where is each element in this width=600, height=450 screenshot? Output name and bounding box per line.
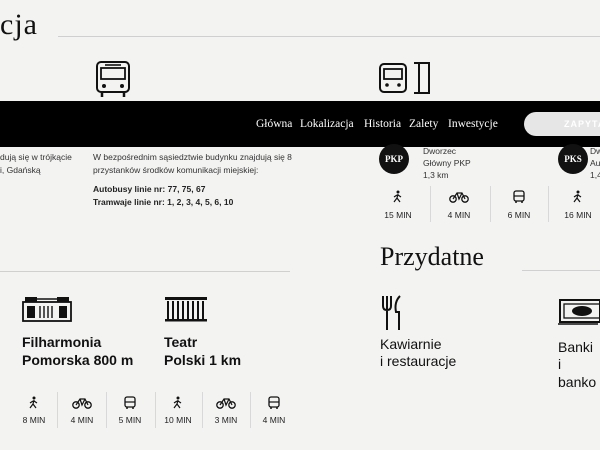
station-time-walk-2: 16 MIN	[564, 210, 592, 220]
theatre-time-bus: 4 MIN	[262, 415, 286, 425]
useful-banks-line2: i banko	[558, 356, 597, 390]
nav-item-history[interactable]: Historia	[364, 118, 401, 130]
useful-banks-line1: Banki	[558, 339, 594, 355]
bus-small-icon	[124, 396, 136, 409]
pks-badge: PKS	[558, 144, 588, 174]
tram-lines: Tramwaje linie nr: 1, 2, 3, 4, 5, 6, 10	[93, 197, 234, 207]
time-divider	[250, 392, 251, 428]
philharmonic-icon	[22, 297, 72, 322]
pkp-badge: PKP	[379, 144, 409, 174]
time-divider	[57, 392, 58, 428]
title-divider	[58, 36, 600, 37]
nav-item-location[interactable]: Lokalizacja	[300, 118, 354, 130]
nav-item-home[interactable]: Główna	[256, 118, 292, 130]
bike-icon	[216, 398, 236, 409]
bike-icon	[72, 398, 92, 409]
theatre-icon	[165, 297, 207, 322]
station-pkp-distance: 1,3 km	[423, 170, 449, 180]
bike-icon	[449, 192, 469, 203]
station-time-bike: 4 MIN	[447, 210, 471, 220]
bus-small-icon	[513, 190, 525, 203]
intro-text-line2: i, Gdańską	[0, 165, 41, 175]
bus-icon	[96, 61, 130, 97]
transport-desc-line2: przystanków środków komunikacji miejskie…	[93, 165, 259, 175]
station-pks-line2: Auto	[590, 158, 600, 168]
place-philharmonic-distance: Pomorska 800 m	[22, 352, 134, 368]
place-philharmonic-name: Filharmonia	[22, 334, 102, 350]
philharmonic-time-walk: 8 MIN	[22, 415, 46, 425]
intro-text-line1: dują się w trójkącie	[0, 152, 72, 162]
transport-desc-line1: W bezpośrednim sąsiedztwie budynku znajd…	[93, 152, 292, 162]
walk-icon	[573, 190, 582, 203]
time-divider	[548, 186, 549, 222]
useful-restaurants-line2: i restauracje	[380, 353, 457, 369]
walk-icon	[393, 190, 402, 203]
walk-icon	[29, 396, 38, 409]
section-divider	[0, 271, 290, 272]
theatre-time-bike: 3 MIN	[214, 415, 238, 425]
cutlery-icon	[382, 295, 401, 330]
station-time-walk: 15 MIN	[384, 210, 412, 220]
useful-title: Przydatne	[380, 242, 484, 271]
bus-small-icon	[268, 396, 280, 409]
station-pks-distance: 1,4	[590, 170, 600, 180]
inquiry-button[interactable]: ZAPYTA	[524, 112, 600, 136]
time-divider	[155, 392, 156, 428]
time-divider	[430, 186, 431, 222]
station-pkp-line1: Dworzec	[423, 146, 457, 156]
station-pks-line1: Dworzec	[590, 146, 600, 156]
bus-lines: Autobusy linie nr: 77, 75, 67	[93, 184, 206, 194]
philharmonic-time-bus: 5 MIN	[118, 415, 142, 425]
place-theatre-distance: Polski 1 km	[164, 352, 242, 368]
nav-item-investments[interactable]: Inwestycje	[448, 118, 498, 130]
place-theatre-name: Teatr	[164, 334, 198, 350]
station-pkp-line2: Główny PKP	[423, 158, 471, 168]
section-title: cja	[0, 8, 38, 41]
time-divider	[202, 392, 203, 428]
useful-restaurants-line1: Kawiarnie	[380, 336, 442, 352]
philharmonic-time-bike: 4 MIN	[70, 415, 94, 425]
useful-divider	[522, 270, 600, 271]
time-divider	[106, 392, 107, 428]
walk-icon	[173, 396, 182, 409]
time-divider	[490, 186, 491, 222]
theatre-time-walk: 10 MIN	[164, 415, 192, 425]
inquiry-button-label: ZAPYTA	[564, 119, 600, 129]
banknote-icon	[558, 299, 600, 325]
nav-item-advantages[interactable]: Zalety	[409, 118, 438, 130]
station-time-bus: 6 MIN	[507, 210, 531, 220]
train-icon	[379, 62, 430, 94]
